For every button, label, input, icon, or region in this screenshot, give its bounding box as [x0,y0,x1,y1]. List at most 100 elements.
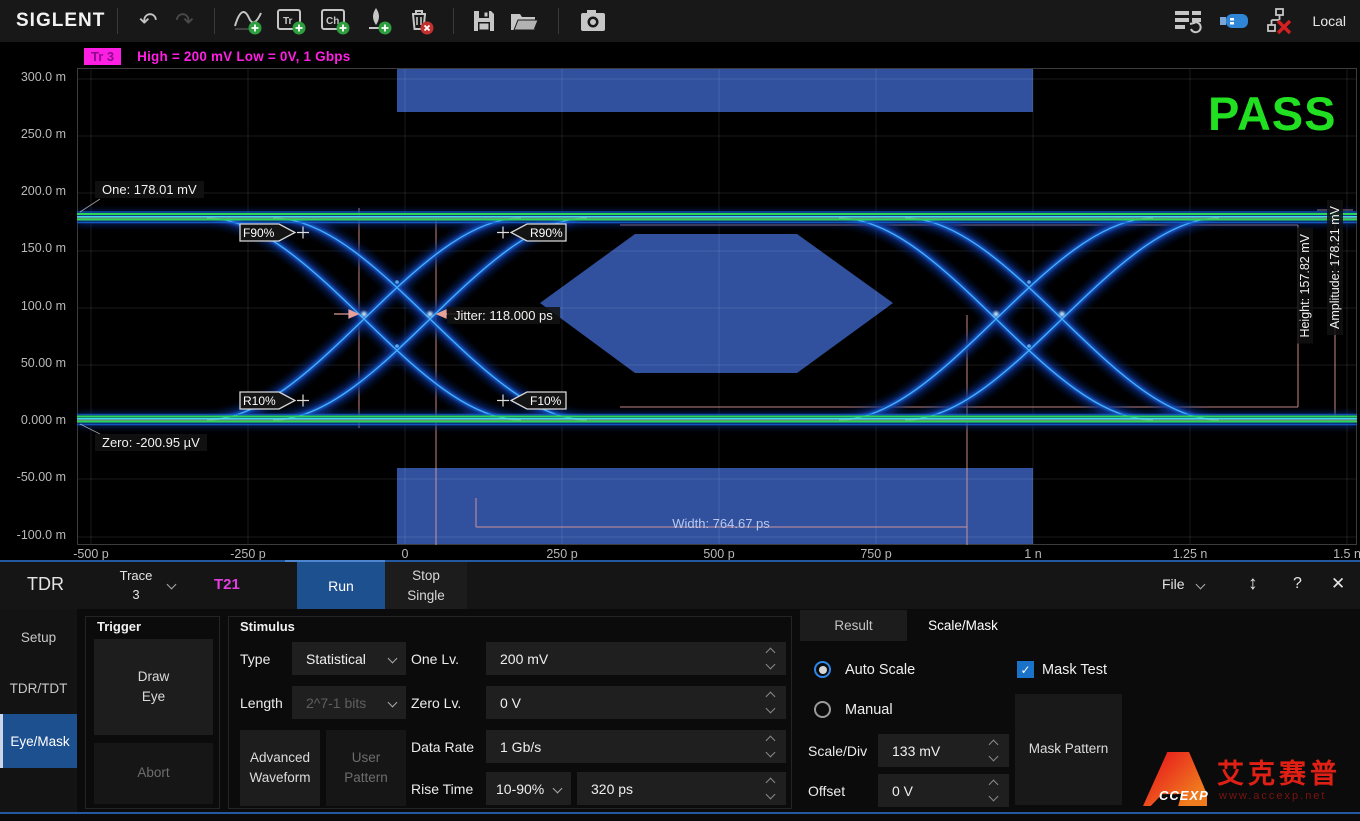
tab-setup[interactable]: Setup [0,614,77,660]
scale-div-label: Scale/Div [808,734,867,767]
add-channel-icon[interactable]: Ch [313,4,357,38]
chevron-down-icon[interactable] [1196,580,1206,590]
run-button[interactable]: Run [297,562,385,609]
screenshot-icon[interactable] [571,4,615,38]
draw-eye-button[interactable]: Draw Eye [94,639,213,735]
x-tick: 1.25 n [1155,547,1225,560]
manual-radio[interactable] [814,701,831,718]
tab-scale-mask[interactable]: Scale/Mask [907,610,1019,641]
chevron-down-icon[interactable] [167,580,177,590]
panel-title-bar: TDR Trace 3 T21 Run Stop Single File ↕ ?… [0,562,1360,609]
y-tick: 300.0 m [0,70,66,84]
y-tick: 200.0 m [0,184,66,198]
expand-panel-icon[interactable]: ↕ [1248,573,1258,595]
x-tick: 1 n [998,547,1068,560]
type-value: Statistical [302,651,389,667]
scale-div-spinner[interactable]: 133 mV [878,734,1009,767]
one-level-annotation: One: 178.01 mV [95,181,204,198]
rise-time-range-dropdown[interactable]: 10-90% [486,772,571,805]
y-tick: -100.0 m [0,528,66,542]
offset-spinner[interactable]: 0 V [878,774,1009,807]
amplitude-annotation: Amplitude: 178.21 mV [1327,200,1343,335]
data-rate-spinner[interactable]: 1 Gb/s [486,730,786,763]
trace-selector-value: 3 [112,586,160,605]
spinner-arrows[interactable] [767,649,774,668]
layout-sync-icon[interactable] [1165,4,1211,38]
svg-text:Tr: Tr [283,16,293,27]
abort-button[interactable]: Abort [94,743,213,804]
x-tick: -500 p [56,547,126,560]
trace-settings-text: High = 200 mV Low = 0V, 1 Gbps [137,49,350,64]
y-tick: 150.0 m [0,241,66,255]
stop-single-button[interactable]: Stop Single [385,562,467,609]
advanced-waveform-button[interactable]: Advanced Waveform [240,730,320,806]
spinner-arrows[interactable] [767,737,774,756]
help-icon[interactable]: ? [1293,575,1302,593]
rise-time-spinner[interactable]: 320 ps [577,772,786,805]
mask-test-result: PASS [1208,86,1337,141]
chevron-down-icon [388,654,398,664]
width-annotation: Width: 764.67 ps [621,516,821,531]
tab-eye-mask[interactable]: Eye/Mask [0,714,77,768]
zero-lv-label: Zero Lv. [411,686,461,719]
mask-pattern-button[interactable]: Mask Pattern [1015,694,1122,805]
accexp-logo: CCEXP 艾克赛普 www.accexp.net [1143,750,1358,816]
usb-icon [1211,4,1257,38]
length-dropdown[interactable]: 2^7-1 bits [292,686,406,719]
stop-single-label: Stop Single [398,566,454,605]
y-tick: -50.00 m [0,470,66,484]
svg-text:F10%: F10% [530,394,562,408]
open-file-icon[interactable] [502,4,546,38]
x-tick: 750 p [841,547,911,560]
trace-id-label[interactable]: T21 [214,576,240,593]
svg-text:R90%: R90% [530,226,563,240]
close-icon[interactable]: ✕ [1331,574,1345,594]
redo-icon[interactable]: ↷ [166,4,202,38]
save-icon[interactable] [466,4,502,38]
network-disconnected-icon[interactable] [1257,4,1303,38]
svg-text:F90%: F90% [243,226,275,240]
spinner-arrows[interactable] [990,741,997,760]
undo-icon[interactable]: ↶ [130,4,166,38]
tab-tdr-tdt[interactable]: TDR/TDT [0,665,77,711]
stimulus-group: Stimulus Type Statistical One Lv. 200 mV… [228,616,792,809]
local-status[interactable]: Local [1313,13,1346,29]
trace-badge[interactable]: Tr 3 [84,48,121,65]
spinner-arrows[interactable] [767,693,774,712]
x-tick: -250 p [213,547,283,560]
offset-label: Offset [808,774,845,807]
type-label: Type [240,642,270,675]
delete-icon[interactable] [399,4,441,38]
spinner-arrows[interactable] [767,779,774,798]
panel-sidebar: Setup TDR/TDT Eye/Mask [0,609,77,814]
marker-r10: R10% [240,392,309,409]
spinner-arrows[interactable] [990,781,997,800]
x-tick: 250 p [527,547,597,560]
add-waveform-icon[interactable] [227,4,269,38]
type-dropdown[interactable]: Statistical [292,642,406,675]
auto-scale-radio[interactable] [814,661,831,678]
y-tick: 50.00 m [0,356,66,370]
data-rate-value: 1 Gb/s [496,739,767,755]
chevron-down-icon [553,784,563,794]
add-marker-icon[interactable] [357,4,399,38]
accexp-chinese-name: 艾克赛普 [1217,752,1341,791]
mask-test-checkbox[interactable]: ✓ [1017,661,1034,678]
accexp-url: www.accexp.net [1219,790,1326,802]
svg-text:R10%: R10% [243,394,276,408]
zero-lv-spinner[interactable]: 0 V [486,686,786,719]
trace-info-bar: Tr 3 High = 200 mV Low = 0V, 1 Gbps [84,45,350,67]
app-title: TDR [27,574,64,595]
trace-selector-label: Trace [112,567,160,586]
user-pattern-label: User Pattern [338,748,394,789]
trigger-group-title: Trigger [97,619,141,634]
file-menu[interactable]: File [1162,576,1185,592]
trace-selector[interactable]: Trace 3 [112,567,160,605]
one-lv-spinner[interactable]: 200 mV [486,642,786,675]
marker-r90: R90% [497,224,566,241]
add-trace-icon[interactable]: Tr [269,4,313,38]
tab-result[interactable]: Result [800,610,907,641]
trigger-group: Trigger Draw Eye Abort [85,616,220,809]
user-pattern-button[interactable]: User Pattern [326,730,406,806]
jitter-annotation: Jitter: 118.000 ps [447,307,560,324]
